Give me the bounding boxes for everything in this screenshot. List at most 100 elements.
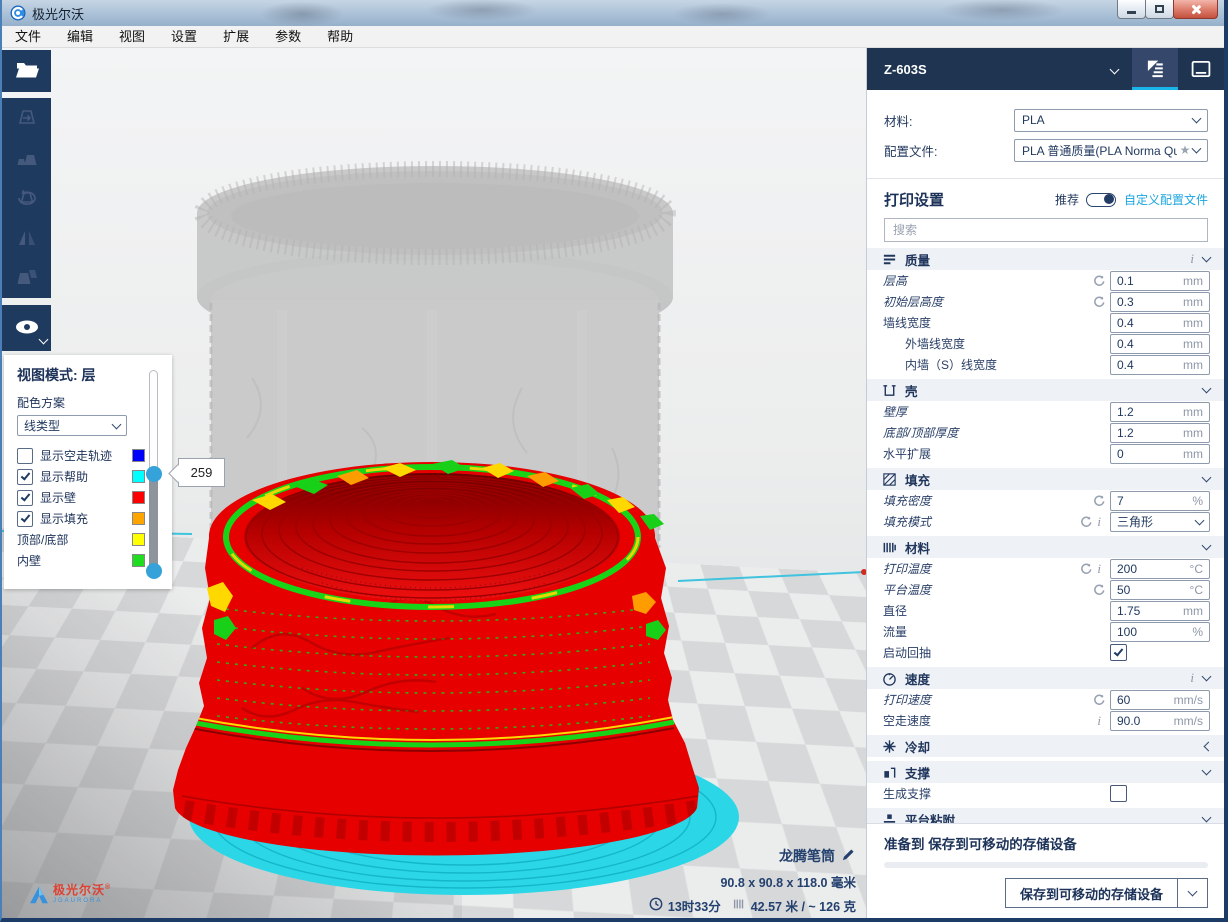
legend-checkbox[interactable]	[17, 469, 33, 485]
printer-chevron-icon[interactable]	[1111, 60, 1118, 78]
menu-item-3[interactable]: 设置	[158, 26, 210, 48]
section-header-support[interactable]: 支撑	[867, 761, 1224, 783]
section-chevron-down-icon[interactable]	[1202, 672, 1212, 682]
layer-slider-upper-handle[interactable]	[146, 466, 162, 482]
layer-slider-lower-handle[interactable]	[146, 563, 162, 579]
reset-icon[interactable]	[1080, 516, 1092, 528]
section-header-infill[interactable]: 填充	[867, 468, 1224, 490]
legend-checkbox[interactable]	[17, 490, 33, 506]
section-title: 材料	[905, 538, 1203, 557]
reset-icon[interactable]	[1093, 694, 1105, 706]
section-header-adhesion[interactable]: 平台粘附	[867, 808, 1224, 823]
menu-item-5[interactable]: 参数	[262, 26, 314, 48]
setting-label: 底部/顶部厚度	[883, 424, 958, 441]
mirror-tool-button[interactable]	[2, 218, 51, 258]
setting-value-field[interactable]: 100%	[1110, 622, 1210, 642]
layer-slider-track-lower[interactable]	[149, 474, 158, 576]
save-to-removable-button[interactable]: 保存到可移动的存储设备	[1005, 878, 1208, 908]
setting-info-icon[interactable]: i	[1097, 713, 1101, 729]
reset-icon[interactable]	[1080, 563, 1092, 575]
section-chevron-left-icon[interactable]	[1204, 741, 1214, 751]
section-chevron-down-icon[interactable]	[1202, 766, 1212, 776]
setting-value-field[interactable]: 1.2mm	[1110, 423, 1210, 443]
setting-value-field[interactable]: 1.2mm	[1110, 402, 1210, 422]
settings-search-input[interactable]	[884, 218, 1208, 242]
view-mode-button[interactable]	[2, 305, 51, 349]
section-chevron-down-icon[interactable]	[1202, 384, 1212, 394]
setting-unit: °C	[1190, 562, 1203, 576]
profile-select[interactable]: PLA 普通质量(PLA Norma Qua ★	[1014, 139, 1208, 162]
menu-item-0[interactable]: 文件	[2, 26, 54, 48]
section-chevron-down-icon[interactable]	[1202, 813, 1212, 823]
setting-value-field[interactable]: 0.3mm	[1110, 292, 1210, 312]
close-button[interactable]	[1173, 0, 1218, 19]
per-model-settings-button[interactable]	[2, 258, 51, 298]
save-options-chevron-icon[interactable]	[1177, 879, 1207, 907]
rename-pencil-icon[interactable]	[841, 847, 856, 865]
setting-value: 7	[1117, 494, 1192, 508]
setting-value-field[interactable]: 0mm	[1110, 444, 1210, 464]
setting-row: 外墙线宽度0.4mm	[867, 333, 1224, 354]
rotate-tool-button[interactable]	[2, 178, 51, 218]
section-chevron-down-icon[interactable]	[1202, 253, 1212, 263]
open-file-button[interactable]	[2, 50, 51, 90]
move-tool-button[interactable]	[2, 98, 51, 138]
section-title: 填充	[905, 470, 1203, 489]
menu-item-4[interactable]: 扩展	[210, 26, 262, 48]
menu-item-6[interactable]: 帮助	[314, 26, 366, 48]
reset-icon[interactable]	[1093, 495, 1105, 507]
setting-value-field[interactable]: 0.4mm	[1110, 334, 1210, 354]
legend-checkbox[interactable]	[17, 511, 33, 527]
setting-value-field[interactable]: 0.4mm	[1110, 313, 1210, 333]
setting-value-field[interactable]: 1.75mm	[1110, 601, 1210, 621]
legend-color-swatch	[132, 470, 145, 483]
setting-value-field[interactable]: 50°C	[1110, 580, 1210, 600]
printer-select[interactable]: Z-603S	[867, 62, 1111, 77]
setting-value-field[interactable]: 0.4mm	[1110, 355, 1210, 375]
section-chevron-down-icon[interactable]	[1202, 541, 1212, 551]
setting-value-field[interactable]: 90.0mm/s	[1110, 711, 1210, 731]
section-info-icon[interactable]: i	[1190, 251, 1194, 267]
section-header-material[interactable]: 材料	[867, 536, 1224, 558]
ready-status: 准备到 保存到可移动的存储设备	[884, 833, 1208, 853]
section-title: 质量	[905, 250, 1190, 269]
adhesion-icon	[881, 812, 898, 824]
section-header-cooling[interactable]: 冷却	[867, 735, 1224, 757]
viewport-3d[interactable]: 视图模式: 层 配色方案 线类型 显示空走轨迹显示帮助显示壁显示填充顶部/底部内…	[2, 48, 866, 918]
section-header-quality[interactable]: 质量i	[867, 248, 1224, 270]
section-header-shell[interactable]: 壳	[867, 379, 1224, 401]
setting-info-icon[interactable]: i	[1097, 561, 1101, 577]
setting-row: 启动回抽	[867, 642, 1224, 663]
minimize-button[interactable]	[1117, 0, 1146, 19]
setting-row: 打印温度i200°C	[867, 558, 1224, 579]
maximize-button[interactable]	[1145, 0, 1174, 19]
setting-value-field[interactable]: 60mm/s	[1110, 690, 1210, 710]
reset-icon[interactable]	[1093, 584, 1105, 596]
setting-info-icon[interactable]: i	[1097, 514, 1101, 530]
section-info-icon[interactable]: i	[1190, 670, 1194, 686]
menu-item-1[interactable]: 编辑	[54, 26, 106, 48]
legend-color-swatch	[132, 491, 145, 504]
layer-slider-track[interactable]	[149, 370, 158, 474]
reset-icon[interactable]	[1093, 275, 1105, 287]
setting-value-field[interactable]: 7%	[1110, 491, 1210, 511]
setting-checkbox[interactable]	[1110, 644, 1127, 661]
section-chevron-down-icon[interactable]	[1202, 473, 1212, 483]
tab-prepare[interactable]	[1132, 48, 1178, 90]
custom-profile-link[interactable]: 自定义配置文件	[1124, 191, 1208, 208]
setting-value-field[interactable]: 200°C	[1110, 559, 1210, 579]
mode-toggle[interactable]	[1086, 193, 1116, 207]
material-select[interactable]: PLA	[1014, 109, 1208, 132]
setting-checkbox[interactable]	[1110, 785, 1127, 802]
setting-label: 打印速度	[883, 691, 931, 708]
legend-checkbox[interactable]	[17, 448, 33, 464]
reset-icon[interactable]	[1093, 296, 1105, 308]
menu-item-2[interactable]: 视图	[106, 26, 158, 48]
setting-row: 填充模式i三角形	[867, 511, 1224, 532]
setting-select[interactable]: 三角形	[1110, 512, 1210, 532]
tab-monitor[interactable]	[1178, 48, 1224, 90]
section-header-speed[interactable]: 速度i	[867, 667, 1224, 689]
scale-tool-button[interactable]	[2, 138, 51, 178]
color-scheme-select[interactable]: 线类型	[17, 415, 127, 436]
setting-value-field[interactable]: 0.1mm	[1110, 271, 1210, 291]
